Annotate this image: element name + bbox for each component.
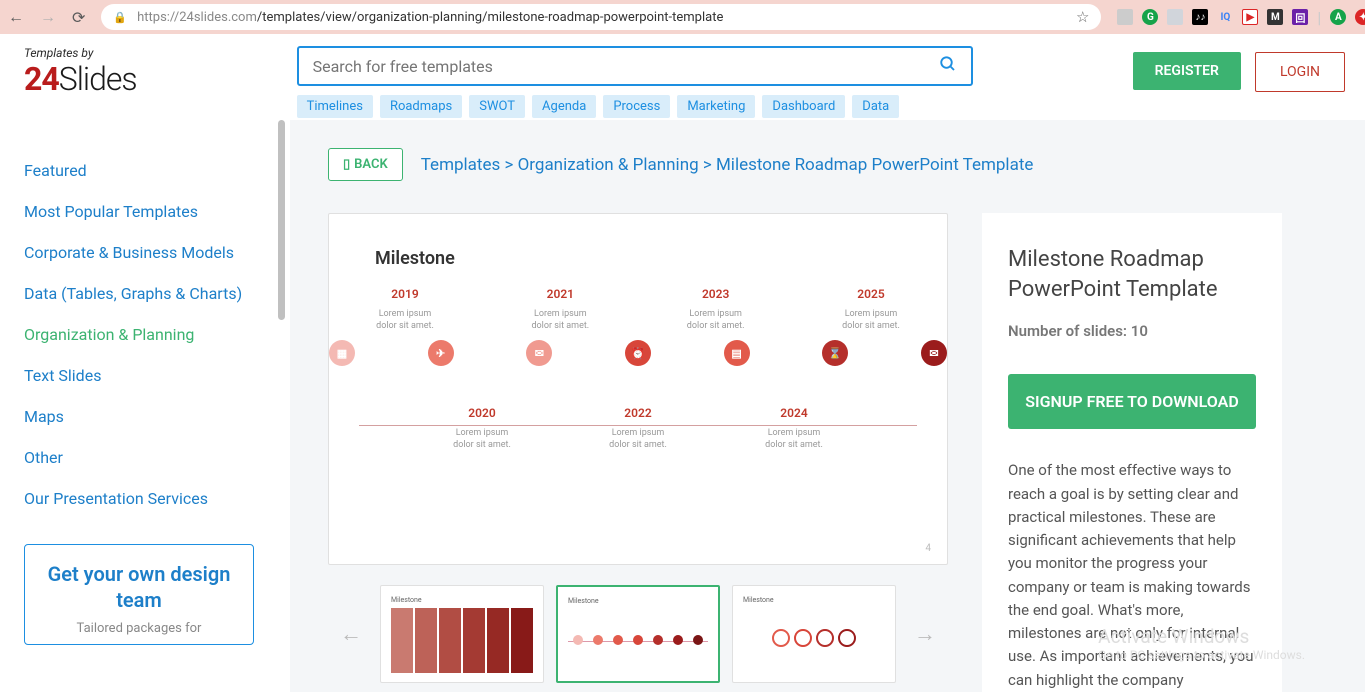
timeline-item: 2022Lorem ipsum dolor sit amet. bbox=[602, 406, 674, 451]
sidebar: FeaturedMost Popular TemplatesCorporate … bbox=[0, 120, 290, 692]
lock-icon: 🔒 bbox=[113, 11, 127, 24]
search-tags: Timelines Roadmaps SWOT Agenda Process Market… bbox=[297, 95, 973, 118]
ext-icon[interactable]: M bbox=[1267, 9, 1283, 25]
browser-chrome: ← → ⟳ 🔒 https://24slides.com/templates/v… bbox=[0, 0, 1365, 34]
thumb-prev-icon[interactable]: ← bbox=[334, 621, 368, 647]
logo-tagline: Templates by bbox=[24, 46, 137, 60]
sidebar-item[interactable]: Most Popular Templates bbox=[24, 191, 290, 232]
timeline-circle-icon: ▦ bbox=[329, 340, 355, 366]
thumbnail[interactable]: Milestone bbox=[556, 585, 720, 683]
search-icon[interactable] bbox=[939, 55, 957, 78]
crumb-root[interactable]: Templates bbox=[421, 155, 501, 175]
ext-icon[interactable]: IQ bbox=[1217, 9, 1233, 25]
timeline-circle-icon: ⌛ bbox=[822, 340, 848, 366]
sidebar-item[interactable]: Other bbox=[24, 437, 290, 478]
ext-icon[interactable]: G bbox=[1142, 9, 1158, 25]
back-arrow-icon[interactable]: ← bbox=[8, 7, 24, 27]
site-header: Templates by 24Slides Timelines Roadmaps S… bbox=[0, 34, 1365, 120]
avatar-icon[interactable]: A bbox=[1330, 9, 1346, 25]
thumbnails-row: ← Milestone Milestone bbox=[328, 585, 948, 683]
timeline-circle-icon: ⏰ bbox=[625, 340, 651, 366]
ext-icon[interactable]: ♪♪ bbox=[1192, 9, 1208, 25]
promo-box[interactable]: Get your own design team Tailored packag… bbox=[24, 544, 254, 645]
ext-icon[interactable]: 回 bbox=[1292, 9, 1308, 25]
slide-count: Number of slides: 10 bbox=[1008, 322, 1256, 340]
template-title: Milestone Roadmap PowerPoint Template bbox=[1008, 245, 1256, 304]
timeline-circle-icon: ✉ bbox=[921, 340, 947, 366]
search-tag[interactable]: Dashboard bbox=[762, 95, 845, 118]
sidebar-item[interactable]: Maps bbox=[24, 396, 290, 437]
search-tag[interactable]: Marketing bbox=[677, 95, 755, 118]
template-description: One of the most effective ways to reach … bbox=[1008, 459, 1256, 692]
promo-sub: Tailored packages for bbox=[45, 621, 233, 636]
crumb-page: Milestone Roadmap PowerPoint Template bbox=[716, 155, 1033, 175]
star-icon[interactable]: ☆ bbox=[1076, 8, 1089, 26]
extension-icons: G ♪♪ IQ ▶ M 回 | A ✦ bbox=[1117, 8, 1365, 27]
reload-icon[interactable]: ⟳ bbox=[72, 8, 85, 27]
details-panel: Milestone Roadmap PowerPoint Template Nu… bbox=[982, 213, 1282, 692]
sidebar-item[interactable]: Text Slides bbox=[24, 355, 290, 396]
timeline-item: 2024Lorem ipsum dolor sit amet. bbox=[758, 406, 830, 451]
slide-preview: Milestone▦✈✉⏰▤⌛✉ 2019Lorem ipsum dolor s… bbox=[328, 213, 948, 565]
slide-title: Milestone▦✈✉⏰▤⌛✉ bbox=[375, 248, 907, 269]
search-tag[interactable]: Roadmaps bbox=[380, 95, 462, 118]
timeline-circle-icon: ✈ bbox=[428, 340, 454, 366]
search-tag[interactable]: Data bbox=[852, 95, 899, 118]
sidebar-item[interactable]: Organization & Planning bbox=[24, 314, 290, 355]
search-tag[interactable]: Agenda bbox=[532, 95, 596, 118]
url-host: https://24slides.com bbox=[137, 10, 257, 25]
back-button[interactable]: ▯BACK bbox=[328, 148, 403, 181]
sidebar-item[interactable]: Our Presentation Services bbox=[24, 478, 290, 519]
search-tag[interactable]: SWOT bbox=[469, 95, 525, 118]
register-button[interactable]: REGISTER bbox=[1133, 52, 1241, 90]
thumb-next-icon[interactable]: → bbox=[908, 621, 942, 647]
slide-page-number: 4 bbox=[925, 543, 931, 554]
logo[interactable]: Templates by 24Slides bbox=[24, 46, 137, 98]
sidebar-item[interactable]: Corporate & Business Models bbox=[24, 232, 290, 273]
promo-title: Get your own design team bbox=[45, 561, 233, 613]
back-icon: ▯ bbox=[343, 157, 350, 172]
search-tag[interactable]: Timelines bbox=[297, 95, 373, 118]
ext-icon[interactable]: ▶ bbox=[1242, 9, 1258, 25]
ext-icon[interactable]: ✦ bbox=[1355, 9, 1365, 25]
timeline-item: 2020Lorem ipsum dolor sit amet. bbox=[446, 406, 518, 451]
download-button[interactable]: SIGNUP FREE TO DOWNLOAD bbox=[1008, 374, 1256, 429]
sidebar-item[interactable]: Featured bbox=[24, 150, 290, 191]
thumbnail[interactable]: Milestone bbox=[732, 585, 896, 683]
timeline-circle-icon: ▤ bbox=[724, 340, 750, 366]
url-path: /templates/view/organization-planning/mi… bbox=[257, 10, 723, 25]
search-tag[interactable]: Process bbox=[603, 95, 670, 118]
crumb-cat[interactable]: Organization & Planning bbox=[518, 155, 699, 175]
search-input-wrapper bbox=[297, 46, 973, 86]
forward-arrow-icon[interactable]: → bbox=[40, 7, 56, 27]
ext-icon[interactable] bbox=[1117, 9, 1133, 25]
ext-icon[interactable] bbox=[1167, 9, 1183, 25]
url-bar[interactable]: 🔒 https://24slides.com/templates/view/or… bbox=[101, 4, 1101, 30]
breadcrumb: Templates > Organization & Planning > Mi… bbox=[421, 155, 1034, 175]
search-input[interactable] bbox=[313, 57, 939, 76]
content-area: ▯BACK Templates > Organization & Plannin… bbox=[290, 120, 1365, 692]
login-button[interactable]: LOGIN bbox=[1255, 52, 1345, 92]
timeline-circle-icon: ✉ bbox=[526, 340, 552, 366]
thumbnail[interactable]: Milestone bbox=[380, 585, 544, 683]
sidebar-item[interactable]: Data (Tables, Graphs & Charts) bbox=[24, 273, 290, 314]
